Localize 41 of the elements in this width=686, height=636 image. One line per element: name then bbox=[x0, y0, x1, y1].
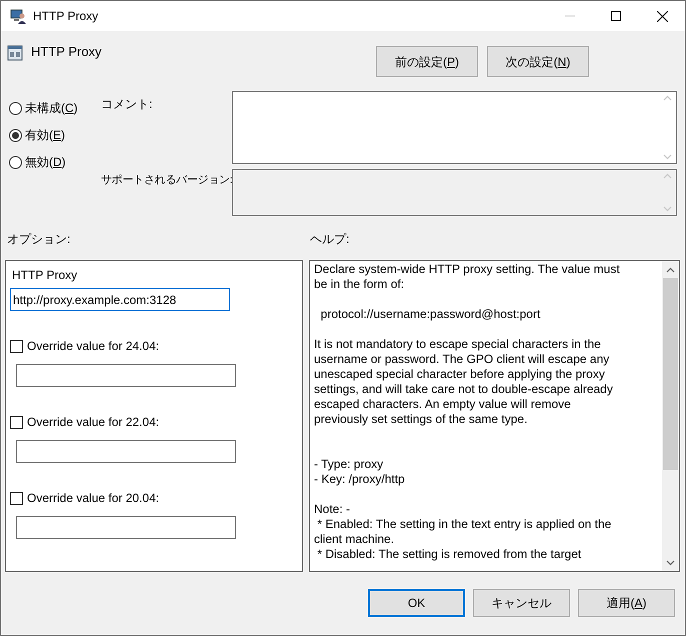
override-checkbox-row[interactable]: Override value for 22.04: bbox=[10, 413, 298, 431]
options-heading: オプション: bbox=[6, 231, 72, 246]
help-paragraph: protocol://username:password@host:port bbox=[320, 307, 542, 322]
radio-option[interactable]: 無効(D) bbox=[9, 153, 101, 171]
checkbox[interactable] bbox=[10, 416, 23, 428]
override-input[interactable] bbox=[16, 516, 236, 539]
policy-icon bbox=[7, 45, 23, 61]
policy-title: HTTP Proxy bbox=[31, 44, 102, 60]
scroll-thumb[interactable] bbox=[663, 278, 678, 470]
override-input[interactable] bbox=[16, 440, 236, 463]
proxy-label: HTTP Proxy bbox=[12, 268, 78, 283]
radio-option[interactable]: 未構成(C) bbox=[9, 99, 101, 117]
checkbox[interactable] bbox=[10, 340, 23, 352]
help-heading: ヘルプ: bbox=[310, 231, 350, 246]
radio-button[interactable] bbox=[9, 128, 22, 142]
window-title: HTTP Proxy bbox=[33, 8, 98, 25]
nav-button[interactable]: 次の設定(N) bbox=[487, 46, 589, 77]
comment-label: コメント: bbox=[101, 96, 154, 113]
nav-button[interactable]: 前の設定(P) bbox=[376, 46, 478, 77]
help-paragraph: It is not mandatory to escape special characters in the username or password. The GPO client will escape any unescaped special character before applying the proxy settings, and will take care not to double-escape already escaped characters. An empty value will remove previously set settings of the same type. bbox=[314, 337, 614, 427]
dialog-button[interactable]: キャンセル bbox=[473, 589, 570, 617]
help-paragraph: - Type: proxy - Key: /proxy/http bbox=[314, 457, 406, 487]
supported-versions-label: サポートされるバージョン: bbox=[101, 173, 232, 188]
scroll-down-icon[interactable] bbox=[666, 560, 675, 566]
help-paragraph: Note: - * Enabled: The setting in the text entry is applied on the client machine. * Disabled: The setting is removed from the target bbox=[314, 502, 612, 562]
radio-button[interactable] bbox=[9, 102, 22, 114]
proxy-input[interactable]: http://proxy.example.com:3128 bbox=[10, 288, 230, 311]
help-scrollbar[interactable] bbox=[662, 261, 679, 571]
maximize-icon[interactable] bbox=[611, 11, 621, 21]
radio-button[interactable] bbox=[9, 156, 22, 168]
scroll-up-icon[interactable] bbox=[666, 267, 675, 273]
checkbox[interactable] bbox=[10, 492, 23, 504]
override-checkbox-row[interactable]: Override value for 20.04: bbox=[10, 489, 298, 507]
override-checkbox-row[interactable]: Override value for 24.04: bbox=[10, 337, 298, 355]
dialog-button[interactable]: 適用(A) bbox=[578, 589, 675, 617]
help-paragraph: Declare system-wide HTTP proxy setting. The value must be in the form of: bbox=[314, 262, 621, 292]
dialog-button[interactable]: OK bbox=[368, 589, 465, 617]
override-input[interactable] bbox=[16, 364, 236, 387]
close-icon[interactable] bbox=[656, 10, 668, 22]
computer-user-icon bbox=[10, 8, 26, 24]
radio-option[interactable]: 有効(E) bbox=[9, 126, 101, 144]
